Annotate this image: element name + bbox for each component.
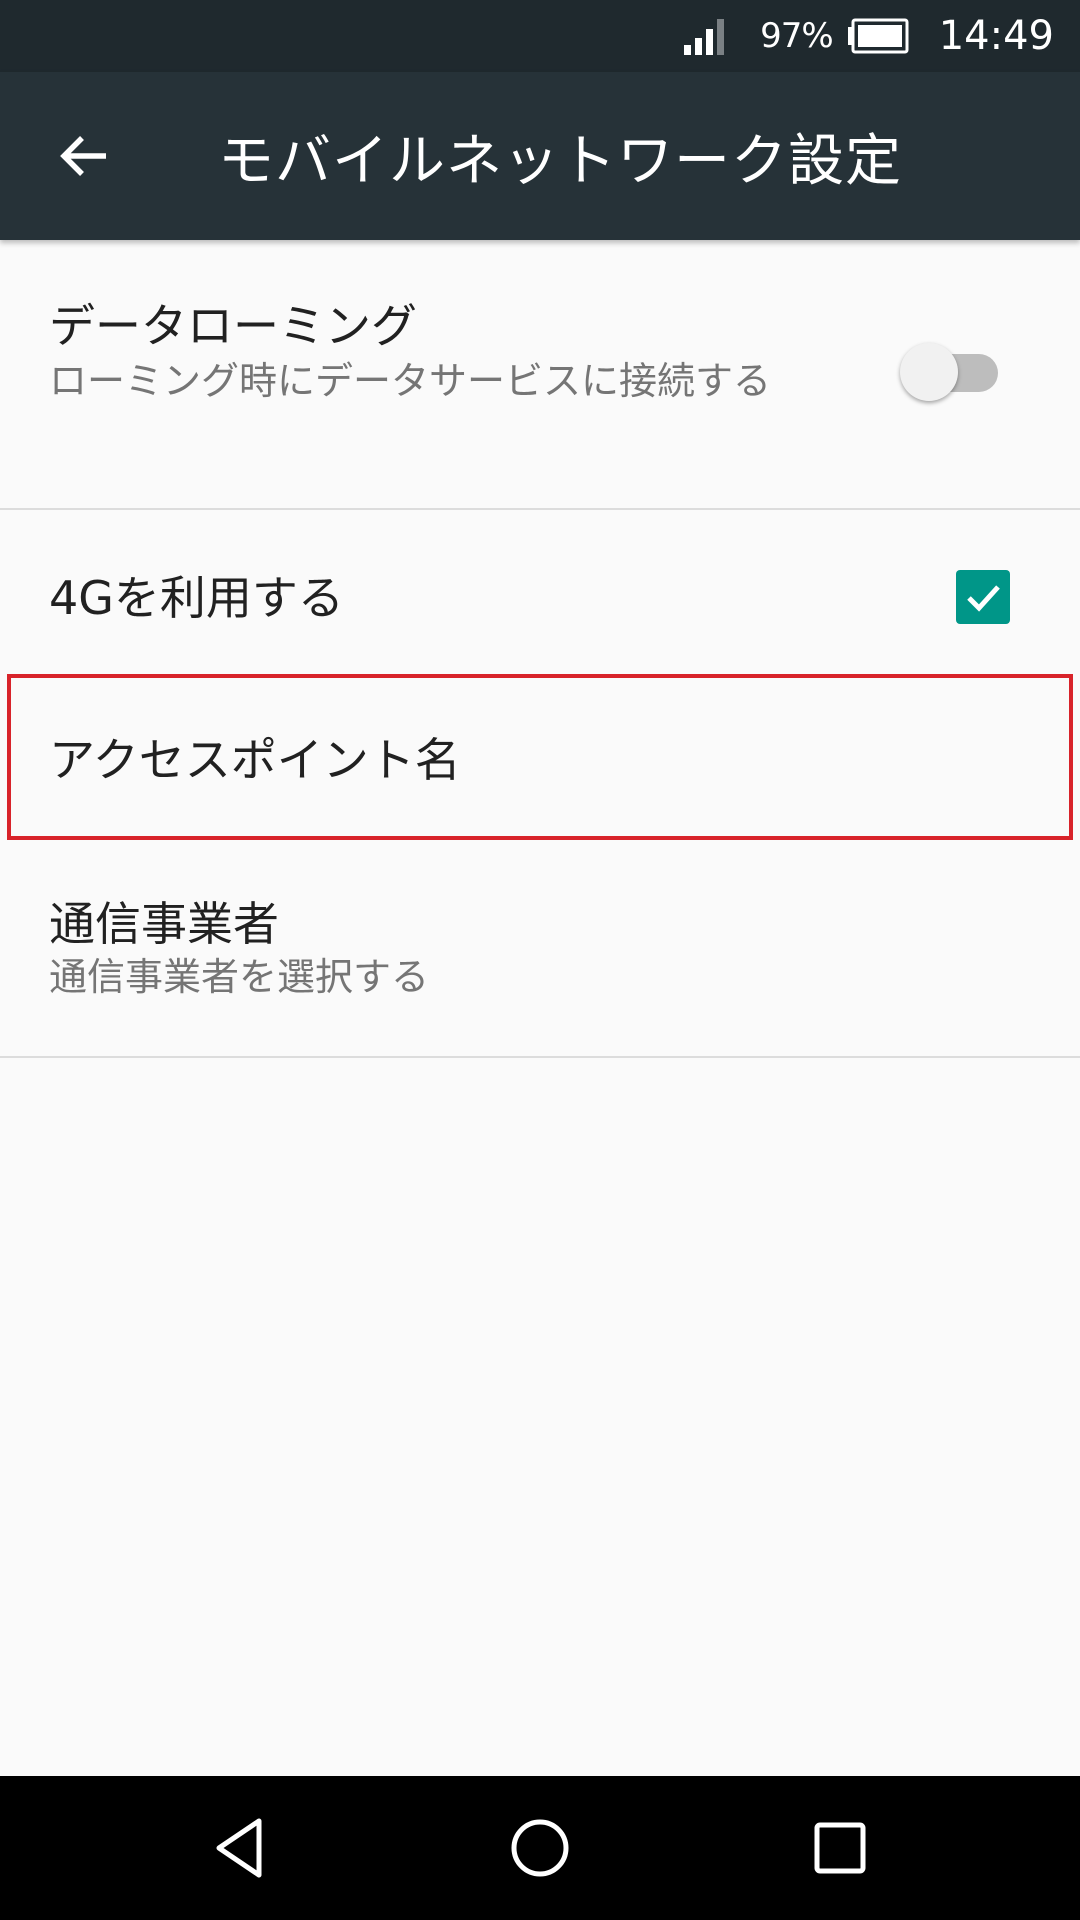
setting-title: アクセスポイント名 bbox=[49, 733, 461, 787]
setting-summary: ローミング時にデータサービスに接続する bbox=[49, 359, 772, 403]
setting-use-4g[interactable]: 4Gを利用する bbox=[0, 510, 1080, 674]
toggle-thumb bbox=[900, 343, 958, 401]
setting-access-point-names[interactable]: アクセスポイント名 bbox=[0, 674, 1080, 840]
battery-icon bbox=[847, 18, 909, 54]
data-roaming-toggle[interactable] bbox=[900, 340, 1000, 404]
setting-title: データローミング bbox=[49, 299, 417, 353]
setting-network-operators[interactable]: 通信事業者 通信事業者を選択する bbox=[0, 838, 1080, 1056]
navigation-bar bbox=[0, 1776, 1080, 1920]
setting-title: 4Gを利用する bbox=[49, 571, 344, 625]
back-button[interactable] bbox=[40, 112, 128, 200]
settings-list: データローミング ローミング時にデータサービスに接続する 4Gを利用する アクセ… bbox=[0, 240, 1080, 1058]
signal-icon bbox=[684, 19, 725, 55]
nav-home-button[interactable] bbox=[490, 1798, 590, 1898]
battery-percent: 97% bbox=[760, 16, 834, 56]
triangle-back-icon bbox=[216, 1818, 262, 1878]
nav-back-button[interactable] bbox=[190, 1798, 290, 1898]
setting-summary: 通信事業者を選択する bbox=[49, 955, 430, 999]
square-recents-icon bbox=[814, 1822, 866, 1874]
setting-data-roaming[interactable]: データローミング ローミング時にデータサービスに接続する bbox=[0, 240, 1080, 508]
clock: 14:49 bbox=[938, 13, 1054, 59]
arrow-left-icon bbox=[60, 136, 106, 176]
circle-home-icon bbox=[511, 1819, 569, 1877]
use-4g-checkbox[interactable] bbox=[956, 570, 1010, 624]
nav-recents-button[interactable] bbox=[790, 1798, 890, 1898]
status-bar: 97% 14:49 bbox=[0, 0, 1080, 72]
setting-title: 通信事業者 bbox=[49, 897, 279, 951]
screen: 97% 14:49 モバイルネットワーク設定 データローミング ローミング時にデ… bbox=[0, 0, 1080, 1920]
page-title: モバイルネットワーク設定 bbox=[218, 128, 902, 194]
checkmark-icon bbox=[967, 585, 1000, 612]
divider bbox=[0, 1056, 1080, 1058]
app-bar: モバイルネットワーク設定 bbox=[0, 72, 1080, 240]
